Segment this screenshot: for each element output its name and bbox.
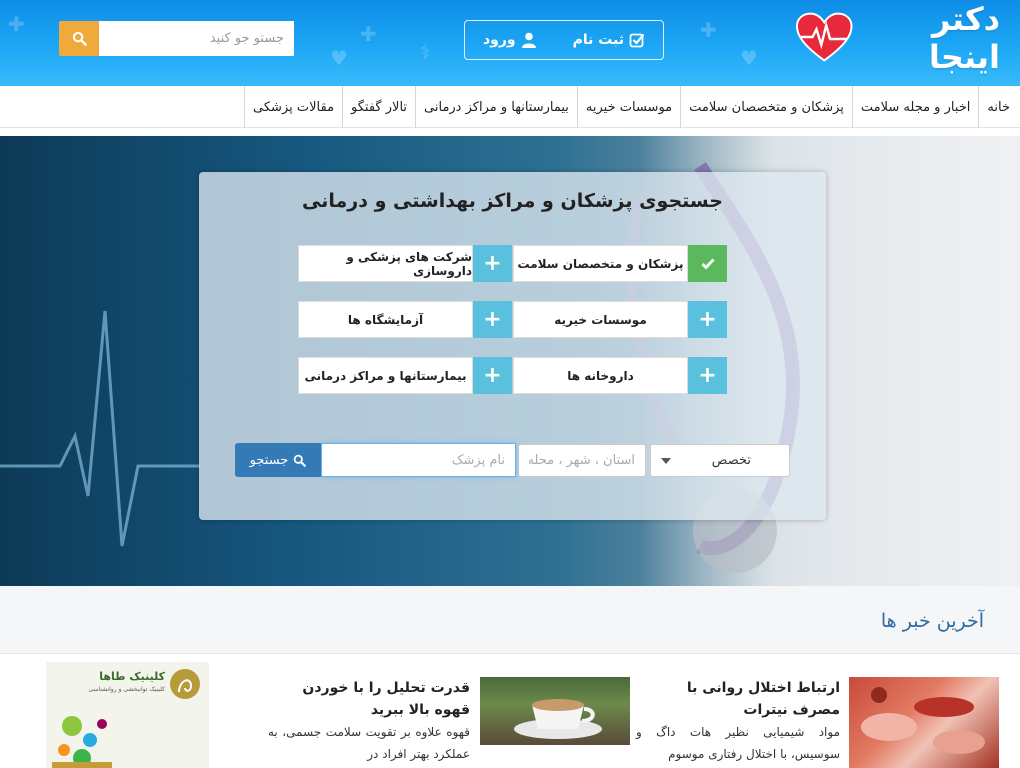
news-article-excerpt: مواد شیمیایی نظیر هات داگ و سوسیس، با اخ… xyxy=(636,725,840,761)
medical-doodle-icon: ♥ xyxy=(740,46,758,70)
nav-item-forum[interactable]: تالار گفتگو xyxy=(342,86,415,128)
news-header-band xyxy=(0,586,1020,654)
header-search xyxy=(59,21,294,56)
clinic-ad-title: کلینیک طاها xyxy=(99,670,165,683)
register-button[interactable]: ثبت نام xyxy=(573,32,645,48)
nav-item-hospitals[interactable]: بیمارستانها و مراکز درمانی xyxy=(415,86,577,128)
nav-item-articles[interactable]: مقالات پزشکی xyxy=(244,86,342,128)
plus-icon: + xyxy=(688,301,727,338)
plus-icon: + xyxy=(473,245,512,282)
search-panel-title: جستجوی پزشکان و مراکز بهداشتی و درمانی xyxy=(302,190,723,212)
news-section-title: آخرین خبر ها xyxy=(880,610,984,632)
plus-icon: + xyxy=(473,357,512,394)
logo-text: دکتر اینجا xyxy=(928,0,1000,76)
news-thumbnail-sausages[interactable] xyxy=(849,677,999,768)
site-header: ✚ ♥ ✚ ⚕ ✚ ♥ ورود ثبت نام xyxy=(0,0,1020,86)
clinic-ad-subtitle: کلینیک توانبخشی و روانشناسی xyxy=(88,686,165,693)
news-thumbnail-coffee[interactable] xyxy=(480,677,630,745)
header-search-button[interactable] xyxy=(59,21,99,56)
category-label: داروخانه ها xyxy=(513,357,688,394)
search-submit-button[interactable]: جستجو xyxy=(235,443,321,477)
category-labs[interactable]: + آزمایشگاه ها xyxy=(298,301,512,338)
header-search-input[interactable] xyxy=(99,21,294,56)
search-submit-label: جستجو xyxy=(249,452,289,468)
register-label: ثبت نام xyxy=(572,32,625,48)
user-icon xyxy=(521,32,536,48)
nav-item-charities[interactable]: موسسات خیریه xyxy=(576,86,680,128)
check-icon xyxy=(688,245,727,282)
plus-icon: + xyxy=(688,357,727,394)
category-label: آزمایشگاه ها xyxy=(298,301,473,338)
category-label: شرکت های پزشکی و داروسازی xyxy=(298,245,473,282)
search-icon xyxy=(294,454,307,467)
news-article-title[interactable]: قدرت تحلیل را با خوردن قهوه بالا ببرید xyxy=(268,677,470,721)
checkbox-icon xyxy=(629,33,645,48)
medical-doodle-icon: ✚ xyxy=(700,18,717,42)
clinic-ad-banner[interactable]: کلینیک طاها کلینیک توانبخشی و روانشناسی xyxy=(46,662,209,768)
clinic-decoration-graphic xyxy=(52,716,112,768)
search-icon xyxy=(72,31,87,46)
heart-logo-icon xyxy=(795,12,853,62)
nav-item-doctors[interactable]: پزشکان و متخصصان سلامت xyxy=(680,86,852,128)
category-doctors[interactable]: پزشکان و متخصصان سلامت xyxy=(513,245,727,282)
main-nav: خانه اخبار و مجله سلامت پزشکان و متخصصان… xyxy=(0,86,1020,128)
medical-doodle-icon: ✚ xyxy=(360,22,377,46)
clinic-logo-icon xyxy=(170,669,200,699)
category-label: پزشکان و متخصصان سلامت xyxy=(513,245,688,282)
caret-down-icon xyxy=(661,457,671,464)
medical-doodle-icon: ⚕ xyxy=(420,40,431,64)
login-button[interactable]: ورود xyxy=(483,32,537,48)
category-label: موسسات خیریه xyxy=(513,301,688,338)
plus-icon: + xyxy=(473,301,512,338)
category-charities[interactable]: + موسسات خیریه xyxy=(513,301,727,338)
category-hospitals[interactable]: + بیمارستانها و مراکز درمانی xyxy=(298,357,512,394)
category-pharma-companies[interactable]: + شرکت های پزشکی و داروسازی xyxy=(298,245,512,282)
specialty-select-value: تخصص xyxy=(711,453,751,468)
nav-item-home[interactable]: خانه xyxy=(978,86,1020,128)
news-article-title[interactable]: ارتباط اختلال روانی با مصرف نیترات xyxy=(636,677,840,721)
login-label: ورود xyxy=(482,32,516,48)
medical-doodle-icon: ✚ xyxy=(8,12,25,36)
category-label: بیمارستانها و مراکز درمانی xyxy=(298,357,473,394)
doctor-name-input[interactable] xyxy=(321,443,516,477)
news-article-excerpt: قهوه علاوه بر تقویت سلامت جسمی، به عملکر… xyxy=(268,725,470,761)
site-logo[interactable]: دکتر اینجا xyxy=(795,0,1000,76)
category-pharmacies[interactable]: + داروخانه ها xyxy=(513,357,727,394)
location-input[interactable] xyxy=(518,444,646,477)
nav-item-health-news[interactable]: اخبار و مجله سلامت xyxy=(851,86,979,128)
medical-doodle-icon: ♥ xyxy=(330,46,348,70)
auth-box: ورود ثبت نام xyxy=(464,20,664,60)
specialty-select[interactable]: تخصص xyxy=(650,444,790,477)
